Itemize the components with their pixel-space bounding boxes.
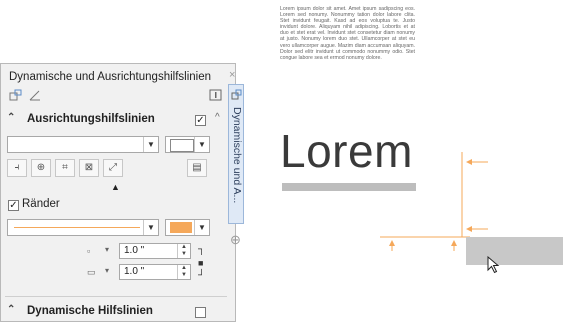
guide-overlay <box>380 152 488 251</box>
rectangle-shape[interactable] <box>466 237 563 265</box>
mouse-pointer-icon <box>487 256 500 274</box>
left-arrow-icon <box>466 226 488 232</box>
up-arrow-icon <box>451 240 457 251</box>
left-arrow-icon <box>466 159 488 165</box>
up-arrow-icon <box>389 240 395 251</box>
